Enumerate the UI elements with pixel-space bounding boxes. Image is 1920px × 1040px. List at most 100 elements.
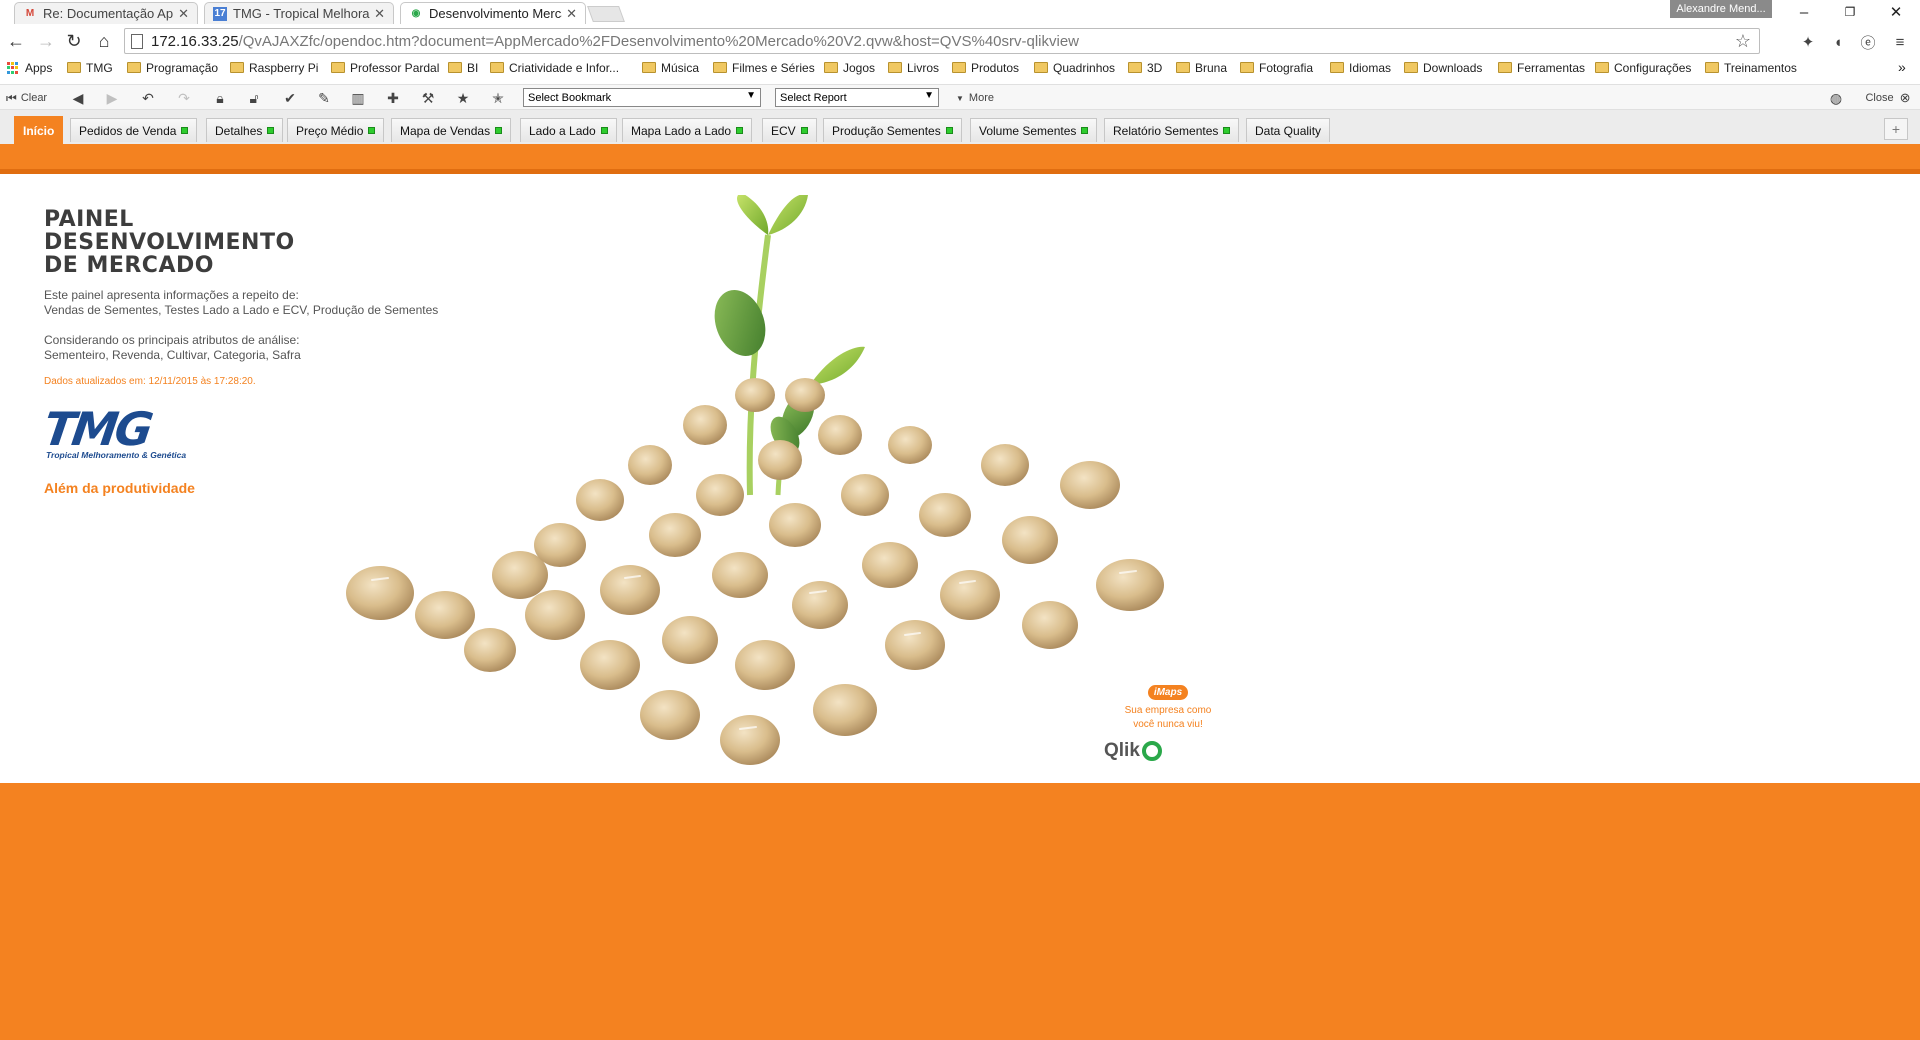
sheet-tab-relatorio-sementes[interactable]: Relatório Sementes	[1104, 118, 1240, 142]
bookmark-folder[interactable]: 3D	[1128, 61, 1162, 75]
sheet-tab-data-quality[interactable]: Data Quality	[1246, 118, 1331, 142]
sheet-tab-label: Produção Sementes	[832, 123, 941, 138]
bookmark-folder[interactable]: Produtos	[952, 61, 1019, 75]
add-icon[interactable]: ✚	[383, 88, 403, 108]
sheet-tab-label: Volume Sementes	[979, 123, 1077, 138]
bookmark-folder[interactable]: Fotografia	[1240, 61, 1313, 75]
more-button[interactable]: ▼ More	[950, 88, 1000, 108]
footer-band	[0, 783, 1920, 1040]
sheet-tab-label: Relatório Sementes	[1113, 123, 1219, 138]
bookmark-folder[interactable]: TMG	[67, 61, 113, 75]
lock-icon[interactable]: 🔒︎	[210, 88, 230, 108]
browser-tab-gmail[interactable]: M Re: Documentação Aplica ✕	[14, 2, 198, 24]
home-icon[interactable]: ⌂	[92, 29, 116, 53]
browser-tab-tmg[interactable]: 17 TMG - Tropical Melhoram ✕	[204, 2, 394, 24]
window-close-icon[interactable]: ✕	[1876, 2, 1916, 22]
edit-icon[interactable]: ✎	[314, 88, 334, 108]
bookmark-label: Idiomas	[1349, 61, 1392, 75]
folder-icon	[888, 61, 902, 73]
current-selections-icon[interactable]: ✔	[280, 88, 300, 108]
bookmark-folder[interactable]: Programação	[127, 61, 218, 75]
header-band	[0, 144, 1920, 174]
back-arrow-icon[interactable]: ←	[4, 29, 28, 53]
close-document-button[interactable]: Close ⊗	[1862, 88, 1914, 108]
bookmark-select[interactable]: Select Bookmark ▼	[523, 88, 761, 107]
folder-icon	[1240, 61, 1254, 73]
bookmark-label: Professor Pardal	[350, 61, 440, 75]
sheet-tab-lado-a-lado[interactable]: Lado a Lado	[520, 118, 617, 142]
repository-icon[interactable]: ⚒	[418, 88, 438, 108]
undo-icon[interactable]: ↶	[138, 88, 158, 108]
close-tab-icon[interactable]: ✕	[566, 6, 577, 22]
extension-e-icon[interactable]: ⓔ	[1858, 32, 1878, 52]
bookmark-apps[interactable]: Apps	[7, 61, 52, 75]
qlikview-toolbar: ⏮ Clear ◀ ▶ ↶ ↷ 🔒︎ 🔓︎ ✔ ✎ ▥ ✚ ⚒ ★ ✭ Selec…	[0, 84, 1920, 110]
menu-icon[interactable]: ≡	[1890, 32, 1910, 52]
bookmark-folder[interactable]: Quadrinhos	[1034, 61, 1115, 75]
folder-icon	[67, 61, 81, 73]
sheet-tab-bar: Início Pedidos de Venda Detalhes Preço M…	[0, 110, 1920, 144]
bookmark-folder[interactable]: BI	[448, 61, 478, 75]
add-sheet-button[interactable]: +	[1884, 118, 1908, 140]
sheet-tab-volume-sementes[interactable]: Volume Sementes	[970, 118, 1098, 142]
minimize-icon[interactable]: ‒	[1784, 2, 1824, 22]
bookmark-folder[interactable]: Configurações	[1595, 61, 1691, 75]
bookmark-folder[interactable]: Jogos	[824, 61, 875, 75]
bookmark-folder[interactable]: Ferramentas	[1498, 61, 1585, 75]
clear-label: Clear	[20, 92, 48, 104]
sheet-tab-mapa-de-vendas[interactable]: Mapa de Vendas	[391, 118, 512, 142]
bookmark-label: TMG	[86, 61, 113, 75]
bookmark-folder[interactable]: Downloads	[1404, 61, 1482, 75]
redo-icon[interactable]: ↷	[174, 88, 194, 108]
bookmark-label: Treinamentos	[1724, 61, 1797, 75]
new-tab-button[interactable]	[587, 6, 625, 22]
tab-title: TMG - Tropical Melhoram	[233, 6, 371, 21]
new-chart-icon[interactable]: ▥	[348, 88, 368, 108]
profile-button[interactable]: Alexandre Mend...	[1670, 0, 1772, 18]
qlik-logo-text: Qlik	[1104, 740, 1140, 761]
bookmark-folder[interactable]: Música	[642, 61, 699, 75]
forward-selection-icon[interactable]: ▶	[102, 88, 122, 108]
report-select[interactable]: Select Report ▼	[775, 88, 939, 107]
bookmark-folder[interactable]: Idiomas	[1330, 61, 1391, 75]
settings-icon[interactable]: ◍	[1826, 88, 1846, 108]
address-bar[interactable]: 172.16.33.25 /QvAJAXZfc/opendoc.htm?docu…	[124, 28, 1760, 54]
restore-icon[interactable]: ❐	[1830, 2, 1870, 22]
close-tab-icon[interactable]: ✕	[178, 6, 189, 22]
sheet-tab-ecv[interactable]: ECV	[762, 118, 817, 142]
bookmark-folder[interactable]: Criatividade e Infor...	[490, 61, 619, 75]
sheet-tab-label: Detalhes	[215, 123, 263, 138]
cast-icon[interactable]: ◖	[1828, 32, 1848, 52]
bookmark-folder[interactable]: Bruna	[1176, 61, 1227, 75]
bookmark-star-icon[interactable]: ☆	[1735, 31, 1751, 52]
bookmarks-overflow-button[interactable]: »	[1898, 59, 1906, 75]
bookmark-folder[interactable]: Filmes e Séries	[713, 61, 815, 75]
bookmark-folder[interactable]: Livros	[888, 61, 939, 75]
sheet-tab-pedidos-de-venda[interactable]: Pedidos de Venda	[70, 118, 198, 142]
back-selection-icon[interactable]: ◀	[68, 88, 88, 108]
clear-button[interactable]: ⏮ Clear	[6, 88, 50, 108]
more-label: More	[968, 92, 994, 104]
bookmark-folder[interactable]: Raspberry Pi	[230, 61, 318, 75]
sheet-tab-mapa-lado-a-lado[interactable]: Mapa Lado a Lado	[622, 118, 753, 142]
description-line: Considerando os principais atributos de …	[44, 333, 300, 347]
extension-icon[interactable]: ✦	[1798, 32, 1818, 52]
url-host: 172.16.33.25	[151, 32, 239, 50]
first-page-icon: ⏮	[6, 90, 17, 105]
tab-title: Desenvolvimento Mercado	[429, 6, 562, 21]
reload-icon[interactable]: ↻	[62, 29, 86, 53]
bookmark-folder[interactable]: Professor Pardal	[331, 61, 439, 75]
bookmark-folder[interactable]: Treinamentos	[1705, 61, 1797, 75]
bookmark-icon[interactable]: ✭	[488, 88, 508, 108]
close-tab-icon[interactable]: ✕	[374, 6, 385, 22]
folder-icon	[824, 61, 838, 73]
sheet-tab-inicio[interactable]: Início	[14, 116, 64, 144]
bookmark-label: Downloads	[1423, 61, 1483, 75]
browser-tab-desenvolvimento[interactable]: ◉ Desenvolvimento Mercado ✕	[400, 2, 586, 24]
add-bookmark-icon[interactable]: ★	[453, 88, 473, 108]
sheet-tab-detalhes[interactable]: Detalhes	[206, 118, 284, 142]
forward-arrow-icon[interactable]: →	[34, 29, 58, 53]
sheet-tab-preco-medio[interactable]: Preço Médio	[287, 118, 385, 142]
sheet-tab-producao-sementes[interactable]: Produção Sementes	[823, 118, 962, 142]
unlock-icon[interactable]: 🔓︎	[244, 88, 264, 108]
